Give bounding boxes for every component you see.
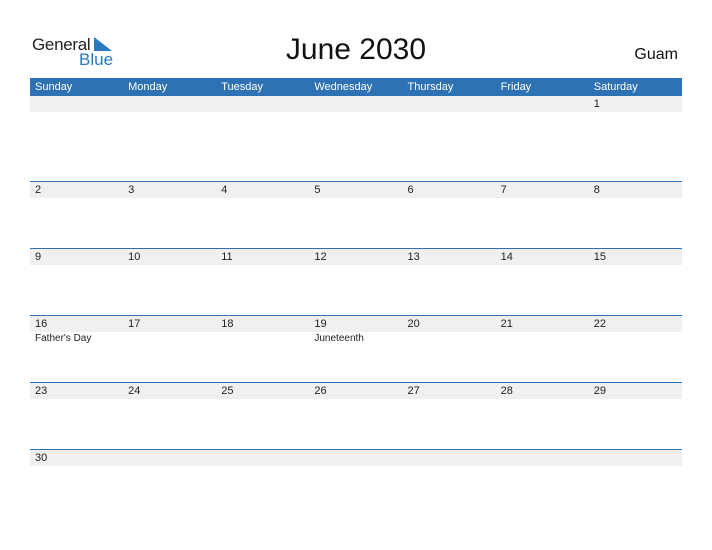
day-number <box>216 96 309 112</box>
region-label: Guam <box>634 46 678 63</box>
event-label <box>123 332 216 346</box>
week-row: 1 <box>30 96 682 181</box>
event-label <box>589 332 682 346</box>
day-number: 6 <box>407 184 414 196</box>
day-number: 27 <box>407 385 420 397</box>
date-band: 16 17 18 19 20 21 22 <box>30 316 682 332</box>
week-row: 16 17 18 19 20 21 22 Father's Day Juneteenth <box>30 315 682 382</box>
weekday-sunday: Sunday <box>35 81 73 93</box>
event-label <box>216 332 309 346</box>
day-number: 16 <box>35 318 48 330</box>
day-number: 30 <box>35 452 48 464</box>
day-number <box>309 96 402 112</box>
day-number: 14 <box>500 251 513 263</box>
event-label: Father's Day <box>35 333 92 344</box>
day-number: 23 <box>35 385 48 397</box>
week-row: 30 <box>30 449 682 516</box>
day-number: 19 <box>314 318 327 330</box>
day-number: 24 <box>128 385 141 397</box>
weekday-thursday: Thursday <box>407 81 454 93</box>
calendar-grid: Sunday Monday Tuesday Wednesday Thursday… <box>30 78 682 516</box>
day-number <box>123 450 216 466</box>
day-number <box>216 450 309 466</box>
event-label <box>403 332 496 346</box>
event-label: Juneteenth <box>314 333 364 344</box>
week-row: 2 3 4 5 6 7 8 <box>30 181 682 248</box>
weekday-saturday: Saturday <box>593 81 638 93</box>
weekday-wednesday: Wednesday <box>314 81 373 93</box>
weekday-monday: Monday <box>128 81 168 93</box>
day-number: 12 <box>314 251 327 263</box>
day-number: 18 <box>221 318 234 330</box>
day-number <box>309 450 402 466</box>
day-number: 25 <box>221 385 234 397</box>
day-number: 21 <box>500 318 513 330</box>
week-row: 9 10 11 12 13 14 15 <box>30 248 682 315</box>
day-number: 10 <box>128 251 141 263</box>
weekday-friday: Friday <box>500 81 532 93</box>
page-title: June 2030 <box>285 33 427 66</box>
day-number <box>30 96 123 112</box>
day-number: 15 <box>593 251 606 263</box>
day-number: 7 <box>500 184 507 196</box>
day-number: 20 <box>407 318 420 330</box>
day-number: 2 <box>35 184 42 196</box>
week-row: 23 24 25 26 27 28 29 <box>30 382 682 449</box>
day-number: 29 <box>593 385 606 397</box>
date-band: 30 <box>30 450 682 466</box>
day-number: 8 <box>593 184 600 196</box>
date-band: 1 <box>30 96 682 112</box>
day-number: 17 <box>128 318 141 330</box>
day-number: 13 <box>407 251 420 263</box>
date-band: 23 24 25 26 27 28 29 <box>30 383 682 399</box>
day-number <box>496 96 589 112</box>
day-number: 11 <box>221 251 233 263</box>
weekday-tuesday: Tuesday <box>221 81 264 93</box>
day-number: 4 <box>221 184 228 196</box>
date-band: 2 3 4 5 6 7 8 <box>30 182 682 198</box>
day-number <box>123 96 216 112</box>
day-number <box>403 450 496 466</box>
day-number: 22 <box>593 318 606 330</box>
day-number: 28 <box>500 385 513 397</box>
day-number <box>589 450 682 466</box>
day-number <box>496 450 589 466</box>
weekday-header: Sunday Monday Tuesday Wednesday Thursday… <box>30 78 682 96</box>
day-number: 3 <box>128 184 135 196</box>
day-number <box>403 96 496 112</box>
day-number: 9 <box>35 251 42 263</box>
day-number: 26 <box>314 385 327 397</box>
day-number: 5 <box>314 184 321 196</box>
date-band: 9 10 11 12 13 14 15 <box>30 249 682 265</box>
day-number: 1 <box>593 98 600 110</box>
event-label <box>496 332 589 346</box>
